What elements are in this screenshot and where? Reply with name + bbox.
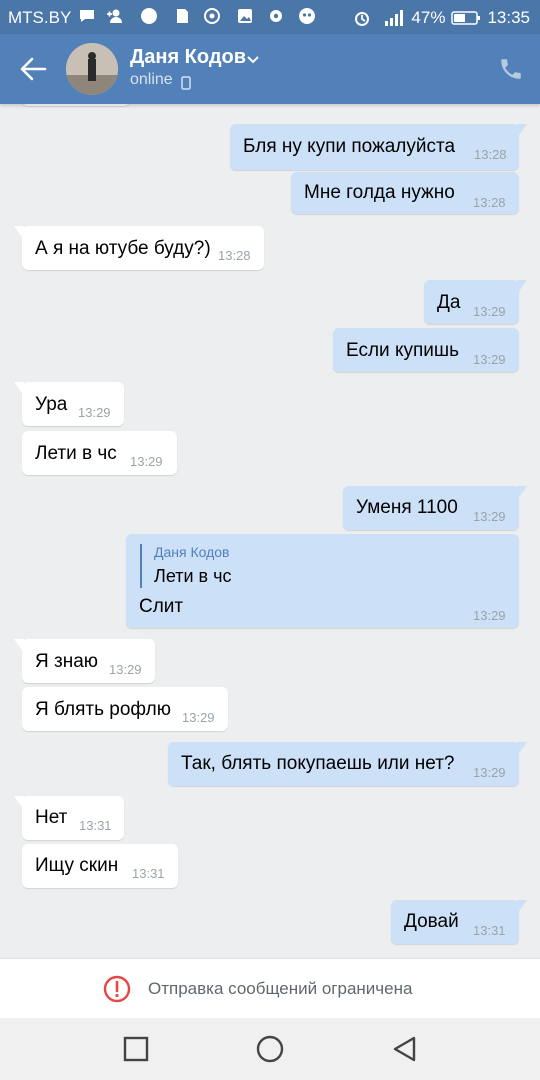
settings-icon	[270, 10, 282, 22]
message-time: 13:31	[79, 818, 112, 833]
message-time: 13:31	[132, 866, 165, 881]
message-text: Если купишь	[346, 340, 460, 361]
message-bubble-incoming[interactable]: Нет 13:31	[14, 796, 124, 840]
mobile-device-icon	[181, 76, 191, 90]
message-bubble-incoming[interactable]: Ура 13:29	[14, 382, 124, 426]
message-bubble-outgoing[interactable]: Да 13:29	[424, 280, 527, 324]
chevron-down-icon[interactable]	[246, 55, 260, 65]
message-text: Я знаю	[35, 651, 99, 672]
back-arrow-icon[interactable]	[18, 56, 48, 82]
quote-bar	[140, 544, 142, 588]
vk-app-icon	[141, 8, 157, 24]
bubble-tail	[14, 639, 24, 653]
message-bubble-outgoing[interactable]: Довай 13:31	[391, 900, 527, 944]
send-restricted-label: Отправка сообщений ограничена	[148, 979, 413, 998]
message-list[interactable]: Бля ну купи пожалуйста 13:28 Мне голда н…	[0, 104, 540, 958]
message-bubble-incoming[interactable]: А я на ютубе буду?) 13:28	[14, 226, 264, 270]
bubble-tail	[14, 226, 24, 240]
reply-quote-text: Лети в чс	[154, 566, 232, 586]
gallery-icon	[238, 9, 252, 23]
message-time: 13:29	[473, 765, 506, 780]
message-text: Я блять рофлю	[35, 699, 171, 720]
message-text: Бля ну купи пожалуйста	[243, 136, 456, 157]
message-bubble-incoming[interactable]: Лети в чс 13:29	[22, 431, 177, 475]
message-time: 13:28	[473, 195, 506, 210]
message-time: 13:29	[130, 454, 163, 469]
reply-author: Даня Кодов	[154, 544, 230, 560]
battery-icon	[451, 11, 481, 25]
bubble-tail	[517, 280, 527, 294]
message-bubble-outgoing[interactable]: Мне голда нужно 13:28	[291, 172, 519, 214]
bubble-tail	[14, 382, 24, 396]
message-partial	[22, 104, 130, 106]
message-text: Ищу скин	[35, 855, 119, 876]
clock: 13:35	[487, 8, 530, 27]
message-bubble-incoming[interactable]: Ищу скин 13:31	[22, 844, 178, 888]
sd-card-icon	[177, 9, 188, 23]
message-time: 13:29	[78, 405, 111, 420]
message-bubble-outgoing[interactable]: Уменя 1100 13:29	[343, 486, 527, 530]
message-text: Уменя 1100	[356, 497, 458, 518]
message-time: 13:29	[473, 352, 506, 367]
battery-percent: 47%	[411, 8, 446, 27]
record-icon	[204, 8, 220, 24]
message-text: Нет	[35, 807, 68, 828]
back-nav-icon[interactable]	[390, 1034, 420, 1064]
message-text: Слит	[139, 596, 184, 617]
message-bubble-reply[interactable]: Даня Кодов Лети в чс Слит 13:29	[126, 534, 519, 628]
alarm-icon	[355, 12, 370, 26]
chat-header: Даня Кодов online	[0, 34, 540, 104]
bubble-tail	[517, 742, 527, 756]
game-icon	[299, 8, 315, 24]
message-text: А я на ютубе буду?)	[35, 238, 211, 259]
message-time: 13:29	[182, 710, 215, 725]
status-right: 47% 13:35	[353, 8, 530, 28]
bubble-tail	[517, 900, 527, 914]
message-bubble-incoming[interactable]: Я блять рофлю 13:29	[22, 687, 228, 731]
warning-icon	[103, 975, 131, 1003]
status-bar: MTS.BY 47% 13:35	[0, 0, 540, 34]
message-text: Ура	[35, 394, 68, 415]
add-user-icon	[107, 9, 122, 23]
message-text: Мне голда нужно	[304, 182, 455, 203]
recent-apps-icon[interactable]	[121, 1034, 151, 1064]
chat-notification-icon	[80, 10, 94, 22]
home-icon[interactable]	[255, 1034, 285, 1064]
bubble-tail	[517, 124, 527, 138]
message-time: 13:29	[109, 662, 142, 677]
bubble-tail	[517, 486, 527, 500]
carrier-label: MTS.BY	[8, 8, 72, 27]
message-text: Довай	[404, 911, 459, 932]
message-bubble-outgoing[interactable]: Бля ну купи пожалуйста 13:28	[230, 124, 527, 170]
contact-name[interactable]: Даня Кодов	[130, 46, 246, 69]
message-time: 13:28	[474, 147, 507, 162]
message-text: Да	[437, 292, 461, 313]
avatar[interactable]	[66, 43, 118, 95]
message-bubble-incoming[interactable]: Я знаю 13:29	[14, 639, 155, 683]
message-text: Так, блять покупаешь или нет?	[181, 753, 455, 774]
message-time: 13:28	[218, 248, 251, 263]
message-text: Лети в чс	[35, 443, 117, 464]
message-time: 13:29	[473, 304, 506, 319]
message-time: 13:31	[473, 923, 506, 938]
message-time: 13:29	[473, 509, 506, 524]
message-bubble-outgoing[interactable]: Так, блять покупаешь или нет? 13:29	[168, 742, 527, 786]
phone-icon[interactable]	[498, 56, 524, 82]
message-time: 13:29	[473, 608, 506, 623]
avatar-photo	[66, 43, 118, 95]
system-nav-bar	[0, 1018, 540, 1080]
online-status: online	[130, 71, 173, 88]
bubble-tail	[14, 796, 24, 810]
signal-icon	[385, 10, 404, 26]
message-bubble-outgoing[interactable]: Если купишь 13:29	[333, 328, 519, 372]
send-restricted-bar: Отправка сообщений ограничена	[0, 958, 540, 1019]
